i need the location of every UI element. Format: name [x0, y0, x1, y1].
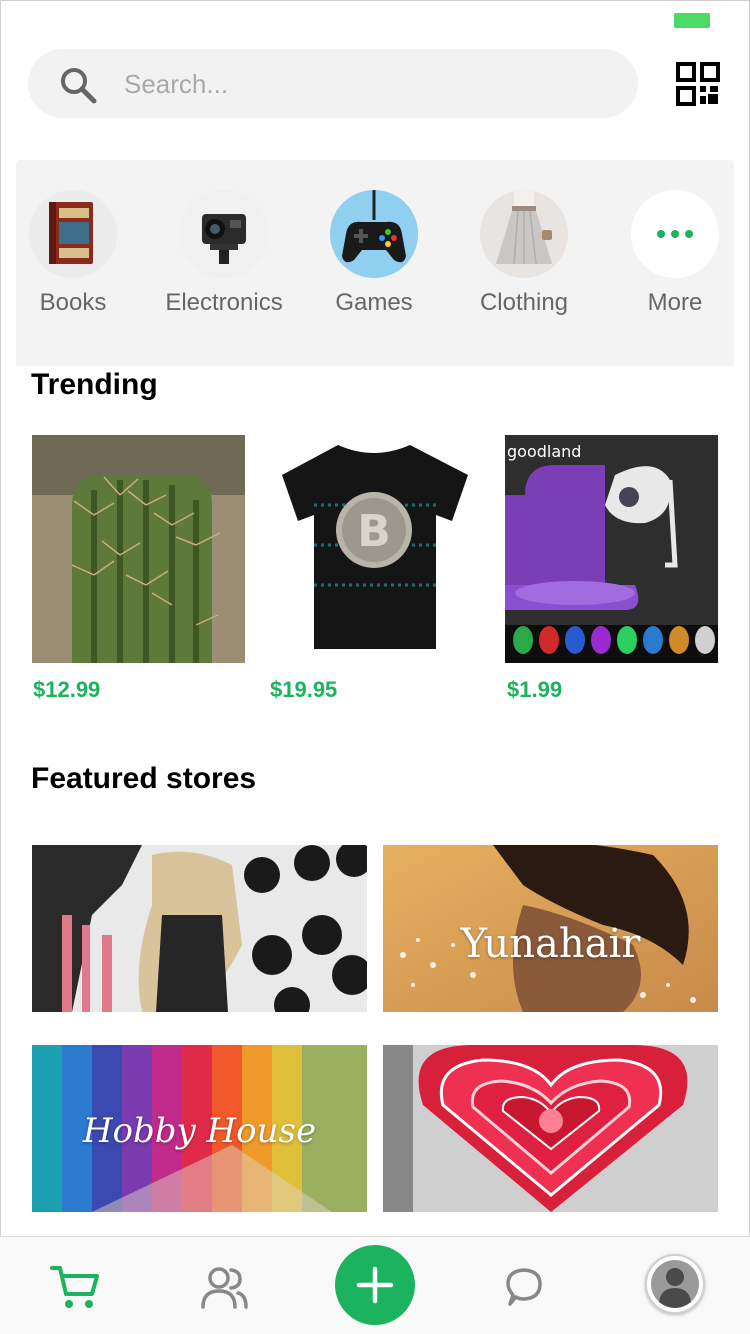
fashion-store-image — [32, 845, 367, 1012]
category-more[interactable]: More — [600, 190, 750, 330]
add-button[interactable] — [335, 1245, 415, 1325]
neon-heart-store-image — [383, 1045, 718, 1212]
svg-text:B: B — [357, 506, 391, 557]
trending-product-tshirt[interactable]: B — [268, 435, 481, 663]
more-dots-icon — [631, 190, 719, 278]
product-price: $12.99 — [33, 677, 101, 702]
trending-product-toilet-light[interactable]: goodland — [505, 435, 718, 663]
skirt-icon — [480, 190, 568, 278]
category-label: Clothing — [479, 289, 569, 316]
category-clothing[interactable]: Clothing — [449, 190, 599, 330]
toilet-light-image: goodland — [505, 435, 718, 663]
store-card-yunahair[interactable]: Yunahair — [383, 845, 718, 1012]
store-card-fashion[interactable] — [32, 845, 367, 1012]
store-card-hobby-house[interactable]: Hobby House — [32, 1045, 367, 1212]
gamepad-icon — [330, 190, 418, 278]
category-electronics[interactable]: Electronics — [149, 190, 299, 330]
featured-stores-title: Featured stores — [31, 762, 257, 795]
search-input[interactable] — [124, 60, 614, 108]
trending-title: Trending — [31, 368, 158, 401]
book-icon — [29, 190, 117, 278]
store-card-neon-heart[interactable] — [383, 1045, 718, 1212]
add-icon — [356, 1266, 394, 1304]
store-name: Yunahair — [460, 921, 641, 967]
trending-product-cactus[interactable] — [32, 435, 245, 663]
category-label: Books — [39, 289, 107, 316]
user-icon — [651, 1260, 699, 1308]
camera-icon — [180, 190, 268, 278]
brand-text: goodland — [507, 442, 581, 461]
bitcoin-tshirt-image: B — [268, 435, 481, 663]
cactus-image — [32, 435, 245, 663]
profile-avatar[interactable] — [645, 1254, 705, 1314]
cart-icon[interactable] — [50, 1264, 100, 1310]
product-price: $1.99 — [507, 677, 563, 702]
battery-indicator — [674, 13, 710, 28]
product-price: $19.95 — [270, 677, 338, 702]
category-label: Electronics — [165, 289, 283, 316]
category-label: More — [647, 289, 703, 316]
qr-code-icon[interactable] — [676, 62, 720, 106]
category-label: Games — [335, 289, 413, 316]
search-icon — [61, 68, 97, 104]
store-name: Hobby House — [82, 1111, 317, 1151]
category-games[interactable]: Games — [299, 190, 449, 330]
category-books[interactable]: Books — [0, 190, 148, 330]
people-icon[interactable] — [200, 1265, 250, 1309]
chat-icon[interactable] — [502, 1266, 546, 1310]
